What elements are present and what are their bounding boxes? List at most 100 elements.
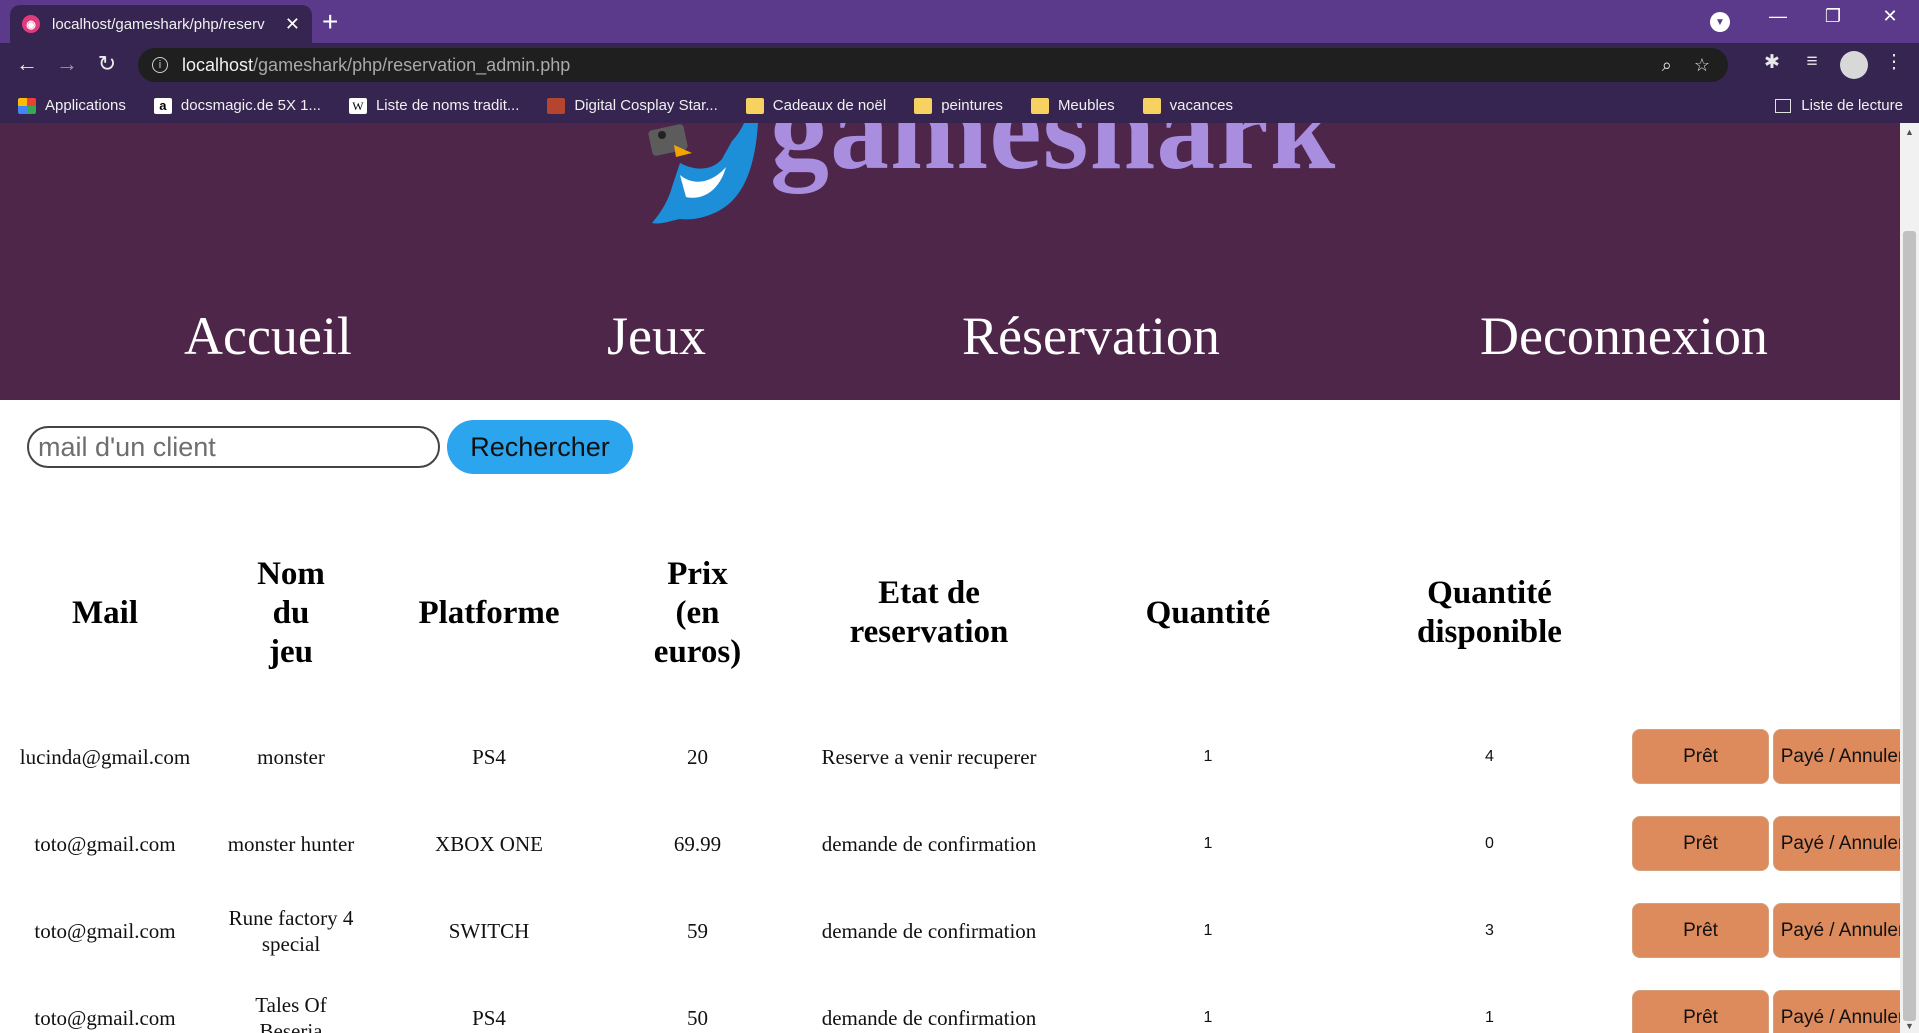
nav-accueil[interactable]: Accueil: [184, 305, 352, 367]
pret-button[interactable]: Prêt: [1632, 990, 1769, 1033]
back-icon[interactable]: ←: [12, 51, 42, 77]
browser-tab-strip: ◉ localhost/gameshark/php/reserv ✕ + ▼ —…: [0, 0, 1919, 43]
wikipedia-icon: W: [348, 97, 367, 114]
bookmark-folder-peintures[interactable]: peintures: [914, 97, 1003, 114]
cell-actions: Prêt Payé / Annuler: [1632, 713, 1900, 800]
folder-icon: [1030, 97, 1049, 114]
cell-etat: demande de confirmation: [821, 1005, 1037, 1030]
bookmark-label: Cadeaux de noël: [772, 97, 887, 114]
column-header-quantite: Quantité: [1145, 594, 1271, 631]
site-logo-text[interactable]: gameshark: [770, 123, 1336, 197]
bookmark-label: docsmagic.de 5X 1...: [180, 97, 321, 114]
cell-quantite: 1: [1203, 921, 1213, 939]
window-close-icon[interactable]: ✕: [1870, 6, 1910, 27]
paye-annuler-button[interactable]: Payé / Annuler: [1773, 816, 1900, 871]
tab-search-icon[interactable]: ▼: [1710, 12, 1730, 32]
bookmark-label: Applications: [45, 97, 126, 114]
browser-tab-active[interactable]: ◉ localhost/gameshark/php/reserv ✕: [10, 5, 312, 43]
reload-icon[interactable]: ↻: [92, 51, 122, 77]
minimize-icon[interactable]: —: [1758, 6, 1798, 27]
column-header-prix: Prix (en euros): [653, 555, 742, 670]
folder-icon: [1142, 97, 1161, 114]
bookmark-label: Digital Cosplay Star...: [574, 97, 718, 114]
extensions-icon[interactable]: ✱: [1758, 51, 1786, 74]
cell-quantite-disponible: 4: [1485, 747, 1494, 765]
bookmark-docsmagic[interactable]: a docsmagic.de 5X 1...: [153, 97, 321, 114]
cell-actions: Prêt Payé / Annuler: [1632, 887, 1900, 974]
scrollbar-thumb[interactable]: [1903, 231, 1916, 1021]
browser-menu-icon[interactable]: ⋮: [1880, 51, 1908, 74]
new-tab-button[interactable]: +: [322, 8, 338, 36]
scroll-down-icon[interactable]: ▼: [1900, 1021, 1919, 1031]
cell-quantite-disponible: 3: [1485, 921, 1494, 939]
cell-platforme: XBOX ONE: [435, 831, 543, 856]
paye-annuler-button[interactable]: Payé / Annuler: [1773, 990, 1900, 1033]
cell-etat: Reserve a venir recuperer: [821, 744, 1037, 769]
cell-platforme: SWITCH: [448, 918, 530, 943]
cell-quantite-disponible: 1: [1485, 1008, 1494, 1026]
browser-toolbar: ← → ↻ i localhost/gameshark/php/reservat…: [0, 43, 1919, 88]
folder-icon: [745, 97, 764, 114]
reading-list-icon: [1775, 98, 1792, 113]
forward-icon[interactable]: →: [52, 51, 82, 77]
nav-reservation[interactable]: Réservation: [962, 305, 1220, 367]
pret-button[interactable]: Prêt: [1632, 903, 1769, 958]
bookmark-digital-cosplay[interactable]: Digital Cosplay Star...: [547, 97, 718, 114]
cell-nom-jeu: Rune factory 4 special: [228, 905, 354, 956]
page-scrollbar[interactable]: ▲ ▼: [1900, 123, 1919, 1033]
bookmark-star-icon[interactable]: ☆: [1694, 55, 1710, 76]
restore-icon[interactable]: ❐: [1813, 6, 1853, 27]
client-email-search-input[interactable]: [27, 426, 440, 468]
site-info-icon[interactable]: i: [152, 57, 168, 73]
tab-close-icon[interactable]: ✕: [285, 14, 300, 35]
cell-quantite: 1: [1203, 834, 1213, 852]
table-row: toto@gmail.com monster hunter XBOX ONE 6…: [0, 800, 1900, 887]
site-header: gameshark Accueil Jeux Réservation Decon…: [0, 123, 1900, 400]
column-header-actions: [1632, 513, 1900, 713]
amazon-icon: a: [153, 97, 172, 114]
reading-list-label: Liste de lecture: [1801, 97, 1903, 114]
search-button[interactable]: Rechercher: [447, 420, 633, 474]
cell-platforme: PS4: [472, 744, 506, 769]
client-search-form: Rechercher: [27, 420, 633, 474]
bookmark-label: Liste de noms tradit...: [375, 97, 520, 114]
paye-annuler-button[interactable]: Payé / Annuler: [1773, 903, 1900, 958]
nav-jeux[interactable]: Jeux: [607, 305, 706, 367]
bookmark-liste-noms[interactable]: W Liste de noms tradit...: [348, 97, 520, 114]
cell-actions: Prêt Payé / Annuler: [1632, 800, 1900, 887]
nav-deconnexion[interactable]: Deconnexion: [1480, 305, 1768, 367]
media-control-icon[interactable]: ≡: [1798, 51, 1826, 73]
cell-nom-jeu: Tales Of Beseria: [255, 992, 327, 1033]
scroll-up-icon[interactable]: ▲: [1900, 127, 1919, 137]
pret-button[interactable]: Prêt: [1632, 729, 1769, 784]
cell-mail: toto@gmail.com: [34, 918, 176, 943]
bookmark-label: peintures: [941, 97, 1003, 114]
table-header-row: Mail Nom du jeu Platforme Prix (en euros) Et…: [0, 513, 1900, 713]
cosplay-favicon: [547, 97, 566, 114]
cell-platforme: PS4: [472, 1005, 506, 1030]
bookmark-folder-meubles[interactable]: Meubles: [1030, 97, 1115, 114]
pret-button[interactable]: Prêt: [1632, 816, 1769, 871]
bookmark-folder-vacances[interactable]: vacances: [1142, 97, 1234, 114]
zoom-icon[interactable]: ⌕: [1662, 55, 1672, 76]
url-host: localhost: [182, 54, 254, 75]
profile-avatar[interactable]: [1840, 51, 1868, 79]
bookmark-applications[interactable]: Applications: [18, 97, 126, 114]
bookmark-folder-cadeaux[interactable]: Cadeaux de noël: [745, 97, 887, 114]
url-path: /gameshark/php/reservation_admin.php: [253, 54, 571, 75]
column-header-nom-du-jeu: Nom du jeu: [257, 555, 325, 670]
cell-mail: toto@gmail.com: [34, 831, 176, 856]
table-row: toto@gmail.com Tales Of Beseria PS4 50 de…: [0, 974, 1900, 1033]
table-row: lucinda@gmail.com monster PS4 20 Reserve…: [0, 713, 1900, 800]
column-header-quantite-disponible: Quantité disponible: [1417, 575, 1562, 650]
bookmarks-bar: Applications a docsmagic.de 5X 1... W Li…: [0, 88, 1919, 123]
cell-prix: 20: [687, 744, 708, 769]
cell-quantite: 1: [1203, 747, 1213, 765]
address-bar[interactable]: i localhost/gameshark/php/reservation_ad…: [138, 48, 1728, 82]
shark-logo-icon: [648, 123, 758, 224]
main-navigation: Accueil Jeux Réservation Deconnexion: [0, 305, 1900, 375]
reading-list-button[interactable]: Liste de lecture: [1775, 88, 1903, 123]
bookmark-label: vacances: [1169, 97, 1234, 114]
cell-nom-jeu: monster hunter: [227, 831, 355, 856]
paye-annuler-button[interactable]: Payé / Annuler: [1773, 729, 1900, 784]
